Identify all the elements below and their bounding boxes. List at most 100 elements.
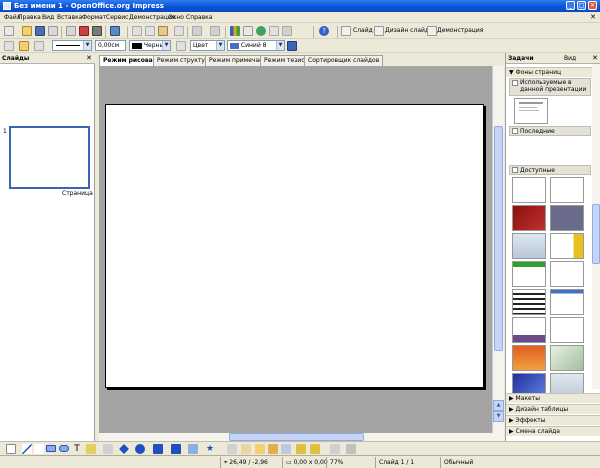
document-close-icon[interactable]: ✕ — [590, 13, 596, 22]
callouts-icon[interactable] — [188, 444, 198, 454]
block-arrows-icon[interactable] — [153, 444, 163, 454]
curve-icon[interactable] — [86, 444, 96, 454]
app-icon[interactable] — [3, 2, 11, 10]
arrow-style-icon[interactable] — [34, 41, 44, 51]
copy-icon[interactable] — [145, 26, 155, 36]
undo-icon[interactable] — [192, 26, 202, 36]
master-thumb[interactable] — [512, 261, 546, 287]
arrow-line-icon[interactable] — [34, 444, 44, 454]
new-slide-icon[interactable] — [341, 26, 351, 36]
section-table-design[interactable]: ▶ Дизайн таблицы — [506, 404, 600, 414]
open-icon[interactable] — [22, 26, 32, 36]
section-transition[interactable]: ▶ Смена слайда — [506, 426, 600, 436]
scroll-thumb[interactable] — [229, 433, 364, 441]
export-pdf-icon[interactable] — [79, 26, 89, 36]
connector-icon[interactable] — [103, 444, 113, 454]
master-thumb[interactable] — [550, 289, 584, 315]
line-width-input[interactable]: 0,00см — [95, 40, 126, 51]
master-thumb-default[interactable] — [514, 98, 548, 124]
spellcheck-icon[interactable] — [110, 26, 120, 36]
select-arrow-icon[interactable] — [6, 444, 16, 454]
glue-points-icon[interactable] — [241, 444, 251, 454]
align-icon[interactable] — [310, 444, 320, 454]
navigator-icon[interactable] — [256, 26, 266, 36]
horizontal-scrollbar[interactable] — [99, 433, 504, 441]
master-thumb[interactable] — [550, 233, 584, 259]
recent-header[interactable]: Последние — [509, 126, 591, 136]
master-thumb[interactable] — [550, 177, 584, 203]
area-icon[interactable] — [176, 41, 186, 51]
master-thumb[interactable] — [512, 205, 546, 231]
shadow-icon[interactable] — [287, 41, 297, 51]
gallery-icon[interactable] — [269, 26, 279, 36]
maximize-button[interactable]: □ — [577, 1, 586, 10]
slideshow-button[interactable]: Демонстрация — [437, 26, 483, 36]
minimize-button[interactable]: _ — [566, 1, 575, 10]
area-style-select[interactable]: Цвет ▼ — [190, 40, 225, 51]
close-button[interactable]: ✕ — [588, 1, 597, 10]
scroll-thumb[interactable] — [494, 126, 503, 351]
section-effects[interactable]: ▶ Эффекты — [506, 415, 600, 425]
text-tool-icon[interactable]: T — [72, 444, 82, 454]
scroll-down-button[interactable]: ▼ — [493, 411, 504, 422]
menu-edit[interactable]: Правка — [18, 13, 41, 22]
vertical-scrollbar[interactable]: ▲ ▼ — [492, 66, 504, 433]
section-layouts[interactable]: ▶ Макеты — [506, 393, 600, 403]
line-style-select[interactable]: ▼ — [52, 40, 92, 51]
tasks-view-menu[interactable]: Вид — [564, 54, 576, 63]
line-tool-icon[interactable] — [22, 444, 32, 454]
ellipse-icon[interactable] — [59, 445, 69, 452]
edit-file-icon[interactable] — [66, 26, 76, 36]
menu-format[interactable]: Формат — [82, 13, 106, 22]
master-thumb[interactable] — [512, 317, 546, 343]
print-icon[interactable] — [92, 26, 102, 36]
slide-design-button[interactable]: Дизайн слайда — [385, 26, 433, 36]
scroll-up-button[interactable]: ▲ — [493, 400, 504, 411]
master-thumb[interactable] — [550, 261, 584, 287]
zoom-level[interactable]: 77% — [326, 457, 346, 468]
paste-icon[interactable] — [158, 26, 168, 36]
arrange-icon[interactable] — [330, 444, 340, 454]
zoom-icon[interactable] — [282, 26, 292, 36]
slide-thumbnail[interactable] — [9, 126, 90, 189]
symbol-shapes-icon[interactable] — [135, 444, 145, 454]
chart-icon[interactable] — [230, 26, 240, 36]
fontwork-icon[interactable] — [255, 444, 265, 454]
close-icon[interactable]: ✕ — [592, 54, 598, 63]
master-thumb[interactable] — [512, 177, 546, 203]
points-icon[interactable] — [227, 444, 237, 454]
used-in-presentation-header[interactable]: Используемые в данной презентации — [509, 78, 591, 96]
menu-help[interactable]: Справка — [186, 13, 212, 22]
master-thumb[interactable] — [512, 345, 546, 371]
area-color-select[interactable]: Синий 8 ▼ — [227, 40, 285, 51]
menu-tools[interactable]: Сервис — [106, 13, 128, 22]
new-icon[interactable] — [4, 26, 14, 36]
styles-icon[interactable] — [4, 41, 14, 51]
tab-slide-sorter[interactable]: Сортировщик слайдов — [304, 55, 384, 66]
master-thumb[interactable] — [550, 317, 584, 343]
help-icon[interactable]: ? — [319, 26, 329, 36]
menu-insert[interactable]: Вставка — [57, 13, 82, 22]
master-thumb[interactable] — [550, 205, 584, 231]
email-icon[interactable] — [48, 26, 58, 36]
stars-icon[interactable]: ★ — [205, 444, 215, 454]
format-paintbrush-icon[interactable] — [174, 26, 184, 36]
rectangle-icon[interactable] — [46, 445, 56, 452]
slide-design-icon[interactable] — [374, 26, 384, 36]
save-icon[interactable] — [35, 26, 45, 36]
extrusion-icon[interactable] — [346, 444, 356, 454]
line-color-select[interactable]: Черный ▼ — [129, 40, 171, 51]
slide[interactable] — [105, 104, 484, 388]
master-thumb[interactable] — [550, 345, 584, 371]
section-master-pages[interactable]: ▼ Фоны страниц — [506, 67, 592, 77]
slide-canvas[interactable] — [99, 66, 492, 433]
redo-icon[interactable] — [210, 26, 220, 36]
close-icon[interactable]: ✕ — [86, 54, 92, 63]
available-header[interactable]: Доступные — [509, 165, 591, 175]
basic-shapes-icon[interactable] — [119, 444, 129, 454]
from-file-icon[interactable] — [268, 444, 278, 454]
slide-button[interactable]: Слайд — [353, 26, 373, 36]
menu-view[interactable]: Вид — [42, 13, 54, 22]
cut-icon[interactable] — [132, 26, 142, 36]
table-icon[interactable] — [243, 26, 253, 36]
